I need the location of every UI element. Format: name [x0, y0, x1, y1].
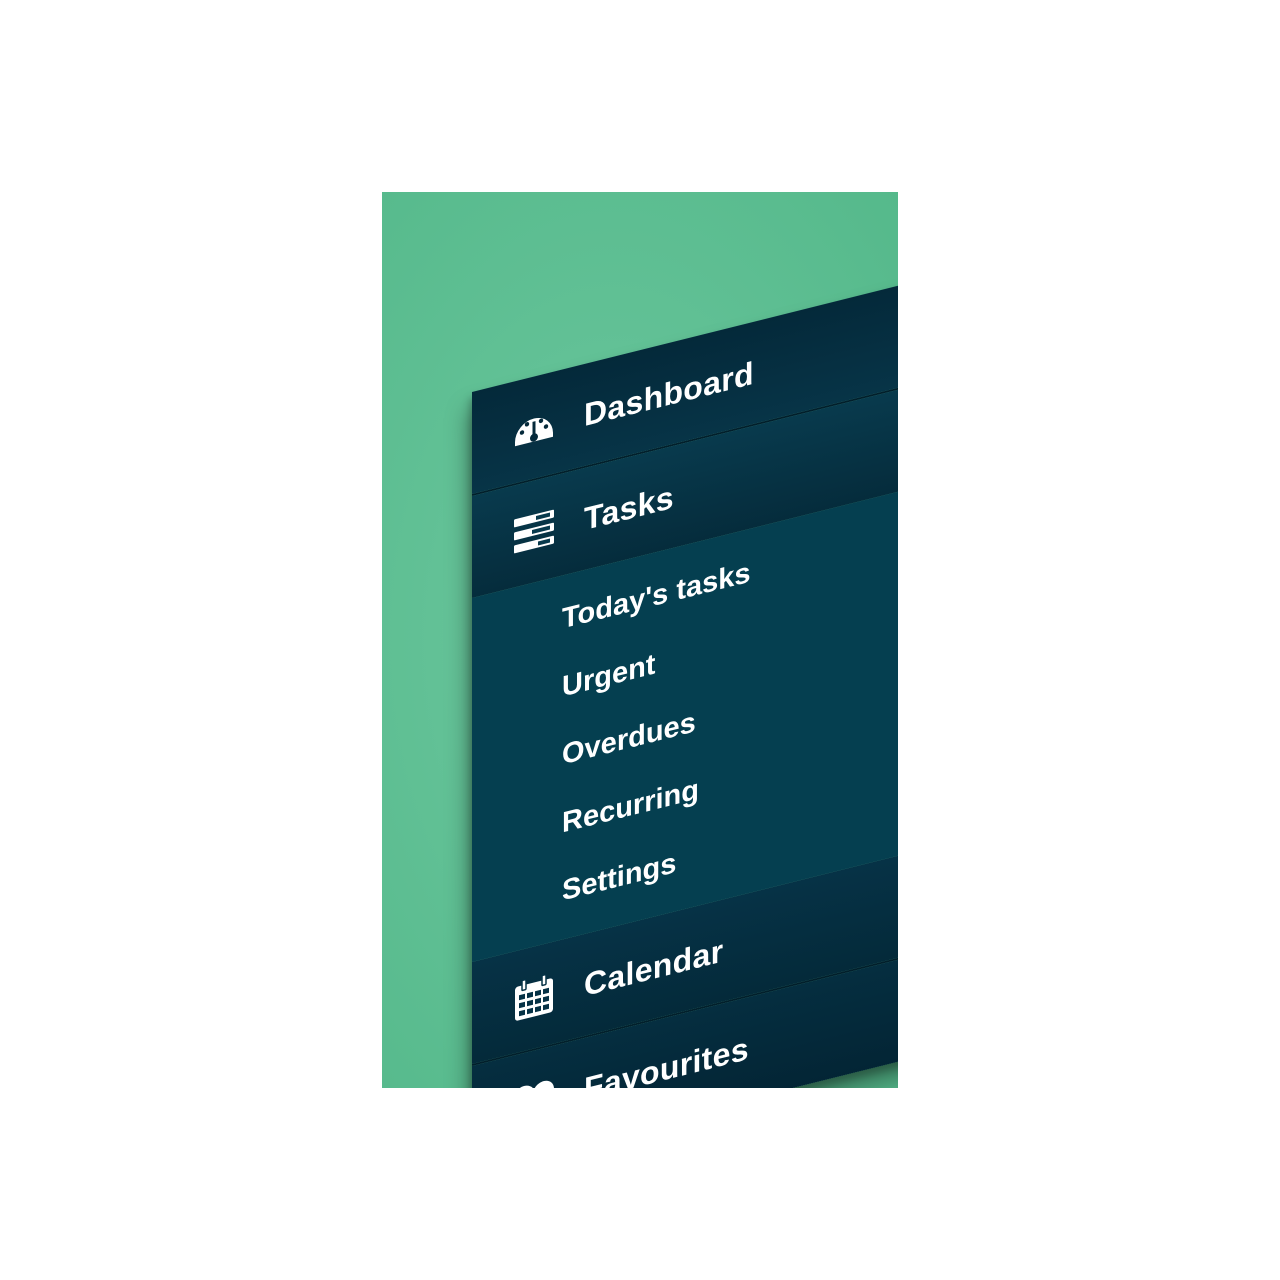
- menu-item-tasks-label: Tasks: [584, 478, 674, 537]
- heart-icon: [512, 1074, 556, 1088]
- sidebar-menu: Dashboard Tasks Today's tasks Urgent Ove…: [472, 232, 898, 1088]
- calendar-icon: [512, 970, 556, 1025]
- page-background: Dashboard Tasks Today's tasks Urgent Ove…: [382, 192, 898, 1088]
- tasks-list-icon: [512, 504, 556, 559]
- menu-item-dashboard-label: Dashboard: [584, 354, 754, 433]
- dashboard-gauge-icon: [512, 400, 556, 455]
- menu-item-calendar-label: Calendar: [584, 931, 724, 1003]
- menu-item-favourites-label: Favourites: [584, 1029, 749, 1088]
